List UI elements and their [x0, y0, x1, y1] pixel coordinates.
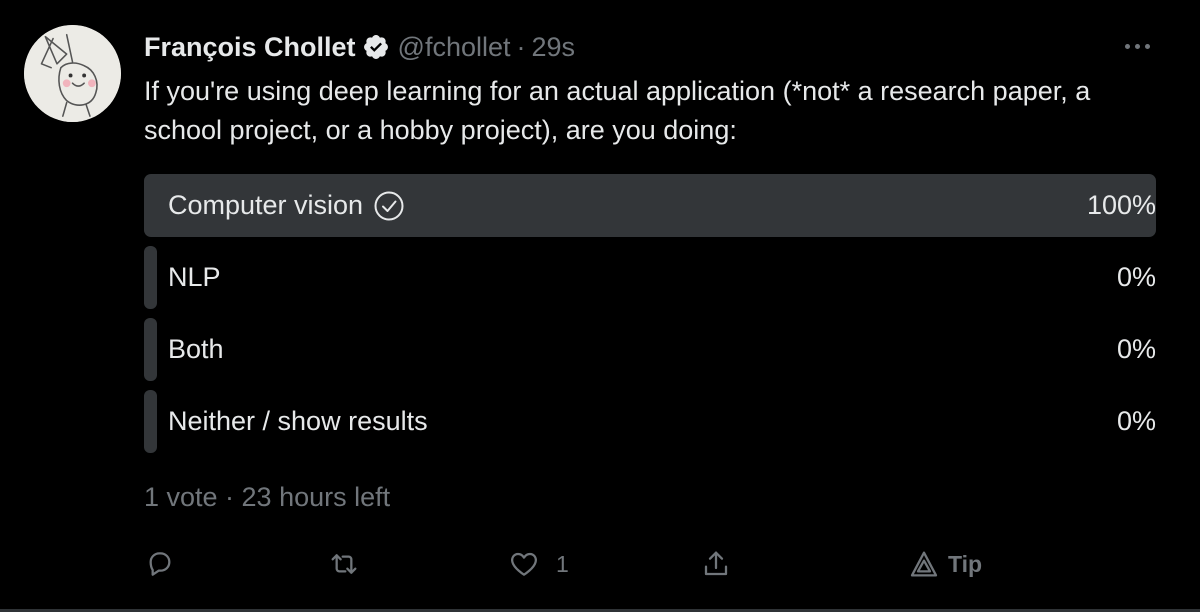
- like-count: 1: [556, 550, 569, 577]
- poll-meta: 1 vote · 23 hours left: [144, 482, 391, 512]
- like-button[interactable]: 1: [508, 540, 569, 588]
- poll-result-bar: [144, 390, 157, 453]
- retweet-button[interactable]: [328, 540, 360, 588]
- tweet-text: If you're using deep learning for an act…: [144, 76, 1091, 145]
- avatar[interactable]: [24, 25, 121, 122]
- share-icon: [700, 548, 732, 580]
- poll-option-label: Computer vision: [168, 190, 405, 222]
- poll-option-computer-vision[interactable]: Computer vision 100%: [144, 174, 1156, 237]
- poll-result-bar: [144, 246, 157, 309]
- verified-badge-icon: [362, 33, 390, 61]
- poll-option-percent: 0%: [1116, 406, 1156, 436]
- reply-button[interactable]: [144, 540, 176, 588]
- poll-option-both[interactable]: Both 0%: [144, 318, 1156, 381]
- poll-option-percent: 0%: [1116, 262, 1156, 292]
- more-dots-icon[interactable]: [1120, 34, 1154, 58]
- poll-option-nlp[interactable]: NLP 0%: [144, 246, 1156, 309]
- check-circle-icon: [373, 190, 405, 222]
- poll-option-neither[interactable]: Neither / show results 0%: [144, 390, 1156, 453]
- poll-option-label: Both: [168, 334, 224, 364]
- poll-option-percent: 100%: [1086, 190, 1156, 220]
- author-name[interactable]: François Chollet: [144, 32, 356, 63]
- poll-option-percent: 0%: [1116, 334, 1156, 364]
- poll-option-label: Neither / show results: [168, 406, 428, 436]
- header-separator: ·: [516, 31, 526, 62]
- tweet-header: François Chollet @fchollet · 29s: [144, 30, 575, 64]
- reply-icon: [144, 548, 176, 580]
- tip-label: Tip: [948, 550, 983, 577]
- share-button[interactable]: [700, 540, 732, 588]
- action-bar: 1 Tip: [144, 540, 1004, 588]
- poll: Computer vision 100% NLP 0% Both 0% Neit…: [144, 174, 1156, 462]
- heart-icon: [508, 548, 540, 580]
- author-handle[interactable]: @fchollet: [398, 32, 511, 63]
- poll-result-bar: [144, 318, 157, 381]
- tip-icon: [908, 548, 940, 580]
- tweet-timestamp[interactable]: 29s: [532, 32, 576, 63]
- poll-option-label: NLP: [168, 262, 221, 292]
- tip-button[interactable]: Tip: [908, 540, 982, 588]
- retweet-icon: [328, 548, 360, 580]
